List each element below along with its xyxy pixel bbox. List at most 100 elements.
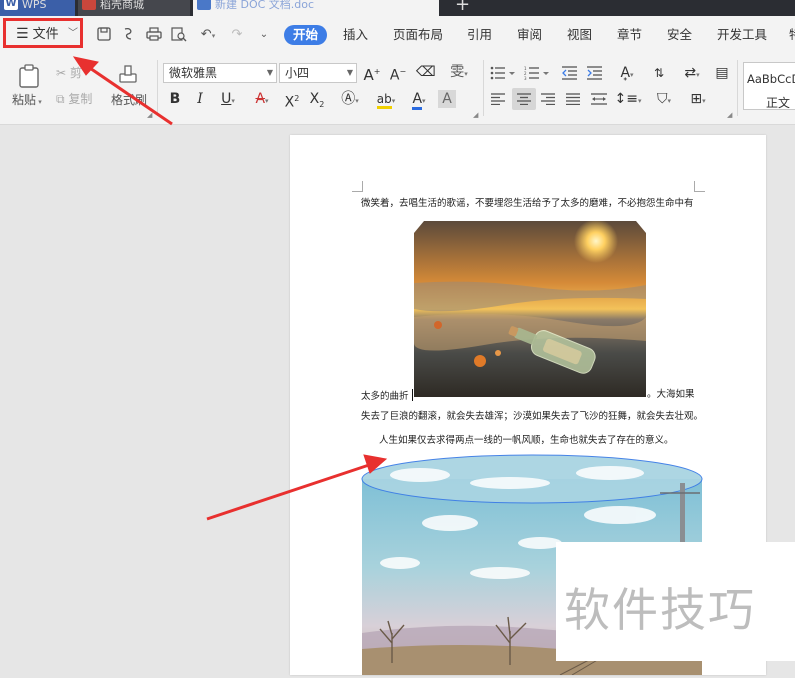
- decrease-font-size-icon[interactable]: A−: [389, 63, 407, 85]
- decrease-indent-icon[interactable]: [562, 66, 578, 80]
- font-family-value: 微软雅黑: [169, 66, 218, 80]
- tab-store-label: 稻壳商城: [100, 0, 144, 11]
- justify-icon[interactable]: [566, 93, 580, 108]
- redo-icon[interactable]: ↷: [229, 27, 245, 43]
- tab-document[interactable]: 新建 DOC 文档.doc: [193, 0, 439, 16]
- bullet-list-icon: [490, 66, 515, 80]
- sort-icon[interactable]: ⇅: [650, 64, 668, 82]
- output-pdf-icon[interactable]: [121, 27, 137, 43]
- chevron-down-icon: ▾: [265, 97, 269, 105]
- chevron-down-icon: ▼: [346, 68, 353, 77]
- shading-button[interactable]: ⛉▾: [650, 90, 678, 110]
- undo-button[interactable]: ↶▾: [196, 27, 220, 43]
- highlight-button[interactable]: ab▾: [371, 90, 401, 110]
- align-center-button[interactable]: [512, 88, 536, 110]
- print-preview-icon[interactable]: [171, 27, 187, 43]
- crop-mark: [694, 181, 705, 192]
- align-center-icon: [517, 93, 531, 105]
- copy-icon: ⧉: [56, 92, 65, 106]
- format-painter-label[interactable]: 格式刷: [111, 93, 147, 107]
- ribbon-separator: [483, 60, 484, 116]
- font-color-button[interactable]: A▾: [405, 90, 433, 110]
- superscript-icon[interactable]: X2: [283, 90, 301, 112]
- chevron-down-icon: ▾: [355, 97, 359, 105]
- ribbon-separator: [737, 60, 738, 116]
- menu-tab-security[interactable]: 安全: [667, 28, 692, 42]
- menu-tab-references[interactable]: 引用: [467, 28, 492, 42]
- bold-icon[interactable]: B: [166, 90, 184, 108]
- align-left-icon[interactable]: [491, 93, 505, 108]
- menu-tab-special[interactable]: 特: [789, 28, 795, 42]
- paragraph-line-2-start: 太多的曲折: [361, 389, 413, 403]
- window-tab-strip: W WPS 稻壳商城 新建 DOC 文档.doc +: [0, 0, 795, 16]
- character-shading-icon[interactable]: A: [438, 90, 456, 108]
- chevron-down-icon: ▼: [266, 68, 273, 77]
- chevron-down-icon: ▾: [231, 97, 235, 105]
- style-sample-text: AaBbCcDd: [747, 72, 795, 86]
- print-icon[interactable]: [146, 27, 162, 43]
- clipboard-launcher-icon[interactable]: ◢: [147, 111, 152, 119]
- bullet-list-button[interactable]: [490, 66, 516, 80]
- cut-button[interactable]: ✂ 剪: [56, 66, 82, 80]
- clear-formatting-icon[interactable]: ⌫: [416, 63, 436, 81]
- text-effect-icon: Ⓐ: [341, 91, 356, 107]
- chevron-down-icon: ▾: [422, 97, 426, 105]
- menu-tab-page-layout[interactable]: 页面布局: [393, 28, 443, 42]
- table-of-contents-icon[interactable]: ▤: [713, 64, 731, 82]
- strikethrough-icon: A: [255, 91, 266, 107]
- menu-tab-developer[interactable]: 开发工具: [717, 28, 767, 42]
- menu-tab-insert[interactable]: 插入: [343, 28, 368, 42]
- marks-icon: ⇄: [684, 65, 697, 81]
- format-painter-icon[interactable]: [117, 64, 139, 88]
- store-icon: [82, 0, 96, 10]
- menu-tab-review[interactable]: 审阅: [517, 28, 542, 42]
- paste-button[interactable]: 粘贴 ▾: [12, 93, 42, 109]
- increase-indent-icon[interactable]: [587, 66, 603, 80]
- text-cursor: [411, 389, 413, 401]
- menu-tab-home[interactable]: 开始: [284, 25, 327, 45]
- paste-icon[interactable]: [16, 63, 42, 89]
- copy-button[interactable]: ⧉ 复制: [56, 92, 92, 106]
- font-family-select[interactable]: 微软雅黑 ▼: [163, 63, 277, 83]
- text-direction-icon: A̟: [620, 65, 631, 81]
- paragraph-line-1: 微笑着，去唱生活的歌谣，不要埋怨生活给予了太多的磨难，不必抱怨生命中有: [361, 198, 694, 209]
- text-effect-button[interactable]: Ⓐ▾: [336, 90, 364, 110]
- chevron-down-icon: ▾: [696, 71, 700, 79]
- copy-label: 复制: [68, 92, 93, 106]
- show-hide-marks-button[interactable]: ⇄▾: [678, 64, 706, 84]
- paragraph-line-2-end: 。大海如果: [647, 389, 695, 400]
- new-tab-button[interactable]: +: [455, 0, 470, 14]
- line-spacing-button[interactable]: ↕≡▾: [614, 90, 642, 110]
- underline-icon: U: [221, 91, 232, 107]
- distributed-align-icon[interactable]: [591, 93, 607, 108]
- style-gallery-normal[interactable]: AaBbCcDd 正文: [743, 62, 795, 110]
- font-size-select[interactable]: 小四 ▼: [279, 63, 357, 83]
- chevron-down-icon: ▾: [36, 98, 42, 106]
- font-launcher-icon[interactable]: ◢: [473, 111, 478, 119]
- subscript-icon[interactable]: X2: [308, 90, 326, 114]
- cut-label: 剪: [69, 66, 82, 80]
- numbered-list-button[interactable]: 123: [524, 66, 550, 81]
- underline-button[interactable]: U▾: [214, 90, 242, 110]
- menu-tab-view[interactable]: 视图: [567, 28, 592, 42]
- strikethrough-button[interactable]: A▾: [248, 90, 276, 110]
- tab-wps-home[interactable]: W WPS: [0, 0, 75, 16]
- phonetic-guide-icon[interactable]: 雯▾: [445, 63, 473, 83]
- annotation-highlight-box: [3, 18, 83, 48]
- paragraph-launcher-icon[interactable]: ◢: [727, 111, 732, 119]
- style-name-label: 正文: [766, 96, 791, 110]
- numbered-list-icon: 123: [524, 66, 549, 81]
- text-direction-button[interactable]: A̟▾: [613, 64, 641, 84]
- paragraph-line-4: 人生如果仅去求得两点一线的一帆风顺，生命也就失去了存在的意义。: [379, 435, 674, 446]
- chevron-down-icon: ▾: [637, 97, 642, 105]
- tab-docer-store[interactable]: 稻壳商城: [78, 0, 190, 16]
- customize-toolbar-icon[interactable]: ⌄: [256, 27, 272, 43]
- increase-font-size-icon[interactable]: A+: [363, 63, 381, 84]
- align-right-icon[interactable]: [541, 93, 555, 108]
- chevron-down-icon: ▾: [630, 71, 634, 79]
- save-icon[interactable]: [96, 27, 112, 43]
- italic-icon[interactable]: I: [191, 90, 209, 108]
- borders-button[interactable]: ⊞▾: [684, 90, 712, 110]
- bottle-beach-image[interactable]: [414, 219, 646, 397]
- menu-tab-chapter[interactable]: 章节: [617, 28, 642, 42]
